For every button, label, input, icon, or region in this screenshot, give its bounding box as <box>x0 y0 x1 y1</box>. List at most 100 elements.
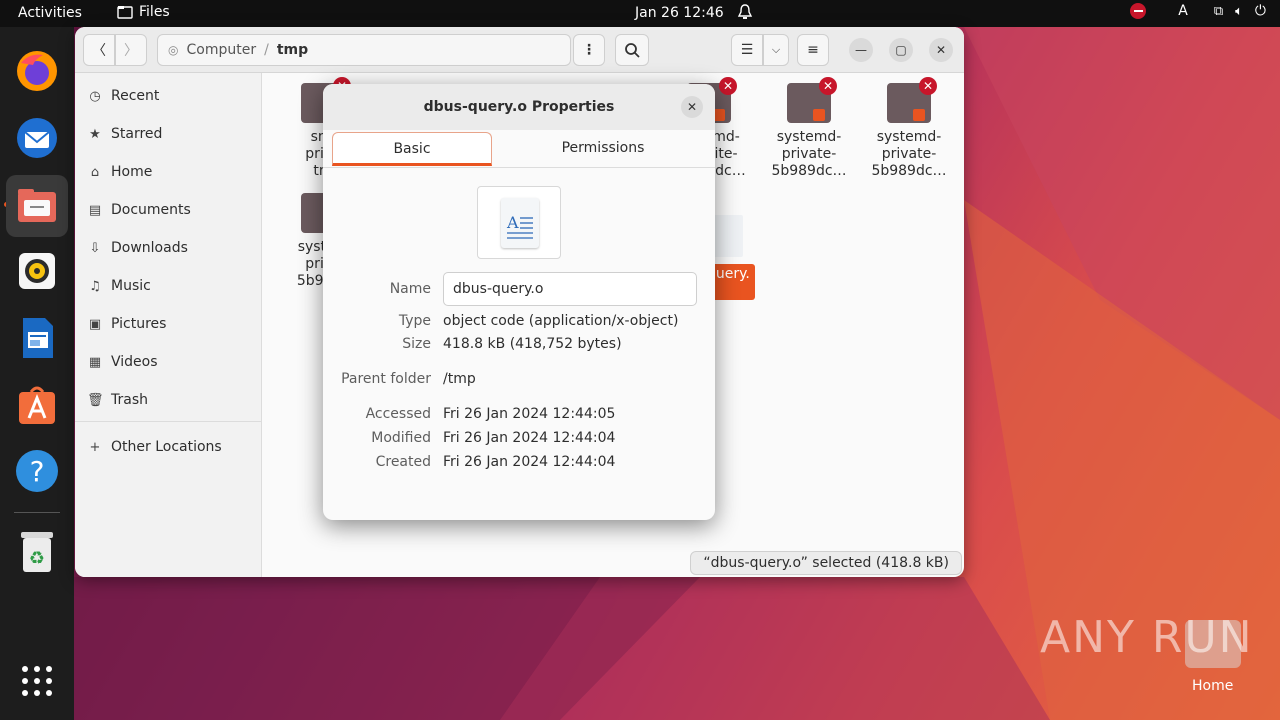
search-icon <box>625 43 640 58</box>
home-icon: ⌂ <box>90 164 100 180</box>
file-item[interactable]: ✕ systemd- private- 5b989dc… <box>867 73 951 180</box>
text-document-icon: A <box>501 198 539 248</box>
power-icon[interactable]: ⏻ <box>1255 3 1266 19</box>
clock[interactable]: Jan 26 12:46 <box>635 5 724 21</box>
type-value: object code (application/x-object) <box>443 313 679 329</box>
minimize-icon: — <box>855 43 867 57</box>
watermark: ANY RUN <box>1040 612 1254 663</box>
plus-icon: + <box>89 439 101 455</box>
file-label: systemd- <box>776 129 842 145</box>
sidebar-item-label: Other Locations <box>111 439 222 455</box>
svg-text:?: ? <box>30 455 45 488</box>
trash-icon: 🗑︎ <box>87 392 104 408</box>
network-icon[interactable]: ⧉ <box>1214 4 1223 19</box>
system-tray[interactable]: A ⧉ 🔈︎ ⏻ <box>1130 3 1266 19</box>
sidebar-item-downloads[interactable]: ⇩ Downloads <box>87 236 188 260</box>
back-button[interactable]: 〈 <box>83 34 115 66</box>
path-current[interactable]: tmp <box>277 42 308 58</box>
forward-button[interactable]: 〉 <box>115 34 147 66</box>
main-menu-button[interactable]: ≡ <box>797 34 829 66</box>
path-bar[interactable]: ◎ Computer / tmp <box>157 34 571 66</box>
status-bar: “dbus-query.o” selected (418.8 kB) <box>690 551 962 575</box>
sidebar-item-label: Videos <box>111 354 158 370</box>
sidebar-item-label: Music <box>111 278 151 294</box>
dock-separator <box>14 512 60 513</box>
sidebar-item-music[interactable]: ♫ Music <box>87 274 151 298</box>
sidebar-item-other-locations[interactable]: + Other Locations <box>87 435 222 459</box>
libreoffice-writer-icon[interactable] <box>13 314 61 362</box>
modified-value: Fri 26 Jan 2024 12:44:04 <box>443 430 616 446</box>
sidebar: ◷ Recent ★ Starred ⌂ Home ▤ Documents ⇩ Downl… <box>75 73 262 577</box>
folder-icon <box>117 6 133 19</box>
star-icon: ★ <box>89 126 101 142</box>
app-menu[interactable]: Files <box>117 4 170 20</box>
show-apps-grid-icon[interactable] <box>13 657 61 705</box>
path-menu-button[interactable]: ⋮ <box>573 34 605 66</box>
size-label: Size <box>402 336 431 352</box>
sidebar-item-home[interactable]: ⌂ Home <box>87 160 152 184</box>
music-icon: ♫ <box>89 278 101 294</box>
sidebar-item-videos[interactable]: ▦ Videos <box>87 350 158 374</box>
tab-basic[interactable]: Basic <box>332 132 492 166</box>
sidebar-item-label: Recent <box>111 88 160 104</box>
minimize-button[interactable]: — <box>849 38 873 62</box>
sidebar-item-label: Starred <box>111 126 163 142</box>
home-desktop-label[interactable]: Home <box>1192 678 1233 694</box>
sidebar-item-documents[interactable]: ▤ Documents <box>87 198 191 222</box>
app-center-icon[interactable] <box>13 380 61 428</box>
no-entry-icon[interactable] <box>1130 3 1147 19</box>
no-access-icon: ✕ <box>719 77 737 95</box>
parent-folder-value[interactable]: /tmp <box>443 371 476 387</box>
created-value: Fri 26 Jan 2024 12:44:04 <box>443 454 616 470</box>
accessed-label: Accessed <box>365 406 431 422</box>
file-label: private- <box>881 146 937 162</box>
sidebar-item-starred[interactable]: ★ Starred <box>87 122 162 146</box>
sidebar-item-recent[interactable]: ◷ Recent <box>87 84 159 108</box>
tab-bar: Basic Permissions <box>323 130 715 168</box>
created-label: Created <box>375 454 431 470</box>
maximize-button[interactable]: ▢ <box>889 38 913 62</box>
help-icon[interactable]: ? <box>13 447 61 495</box>
tab-permissions[interactable]: Permissions <box>513 132 693 166</box>
size-value: 418.8 kB (418,752 bytes) <box>443 336 622 352</box>
app-menu-label: Files <box>139 4 170 20</box>
bell-icon[interactable] <box>737 3 753 25</box>
thunderbird-icon[interactable] <box>13 114 61 162</box>
parent-folder-label: Parent folder <box>341 371 431 387</box>
view-options-button[interactable]: ⌵ <box>763 34 789 66</box>
sidebar-item-label: Pictures <box>111 316 167 332</box>
keyboard-layout[interactable]: A <box>1178 3 1188 19</box>
trash-dock-icon[interactable]: ♻ <box>13 527 61 575</box>
rhythmbox-icon[interactable] <box>13 247 61 295</box>
file-label: private- <box>781 146 837 162</box>
file-label: 5b989dc… <box>871 163 947 179</box>
firefox-icon[interactable] <box>13 47 61 95</box>
sidebar-item-trash[interactable]: 🗑︎ Trash <box>87 388 148 412</box>
chevron-right-icon: 〉 <box>124 43 138 59</box>
file-item[interactable]: ✕ systemd- private- 5b989dc… <box>767 73 851 180</box>
path-root[interactable]: Computer <box>186 42 256 58</box>
file-label: systemd- <box>876 129 942 145</box>
modified-label: Modified <box>371 430 431 446</box>
volume-icon[interactable]: 🔈︎ <box>1235 4 1243 19</box>
download-icon: ⇩ <box>89 240 101 256</box>
sidebar-item-pictures[interactable]: ▣ Pictures <box>87 312 167 336</box>
close-dialog-button[interactable]: ✕ <box>681 96 703 118</box>
name-field[interactable]: dbus-query.o <box>443 272 697 306</box>
close-window-button[interactable]: ✕ <box>929 38 953 62</box>
files-icon[interactable] <box>6 175 68 237</box>
activities-button[interactable]: Activities <box>18 5 82 21</box>
video-icon: ▦ <box>88 354 102 370</box>
search-button[interactable] <box>615 34 649 66</box>
lock-icon <box>813 109 825 121</box>
sidebar-item-label: Documents <box>111 202 191 218</box>
chevron-down-icon: ⌵ <box>771 43 781 56</box>
name-label: Name <box>389 281 431 297</box>
properties-dialog: dbus-query.o Properties ✕ Basic Permissi… <box>323 84 715 520</box>
dock: ? ♻ <box>0 27 74 720</box>
sidebar-item-label: Home <box>111 164 153 180</box>
list-view-button[interactable]: ☰ <box>731 34 763 66</box>
accessed-value: Fri 26 Jan 2024 12:44:05 <box>443 406 616 422</box>
list-icon: ☰ <box>740 42 754 58</box>
folder-icon: ✕ <box>787 77 837 123</box>
